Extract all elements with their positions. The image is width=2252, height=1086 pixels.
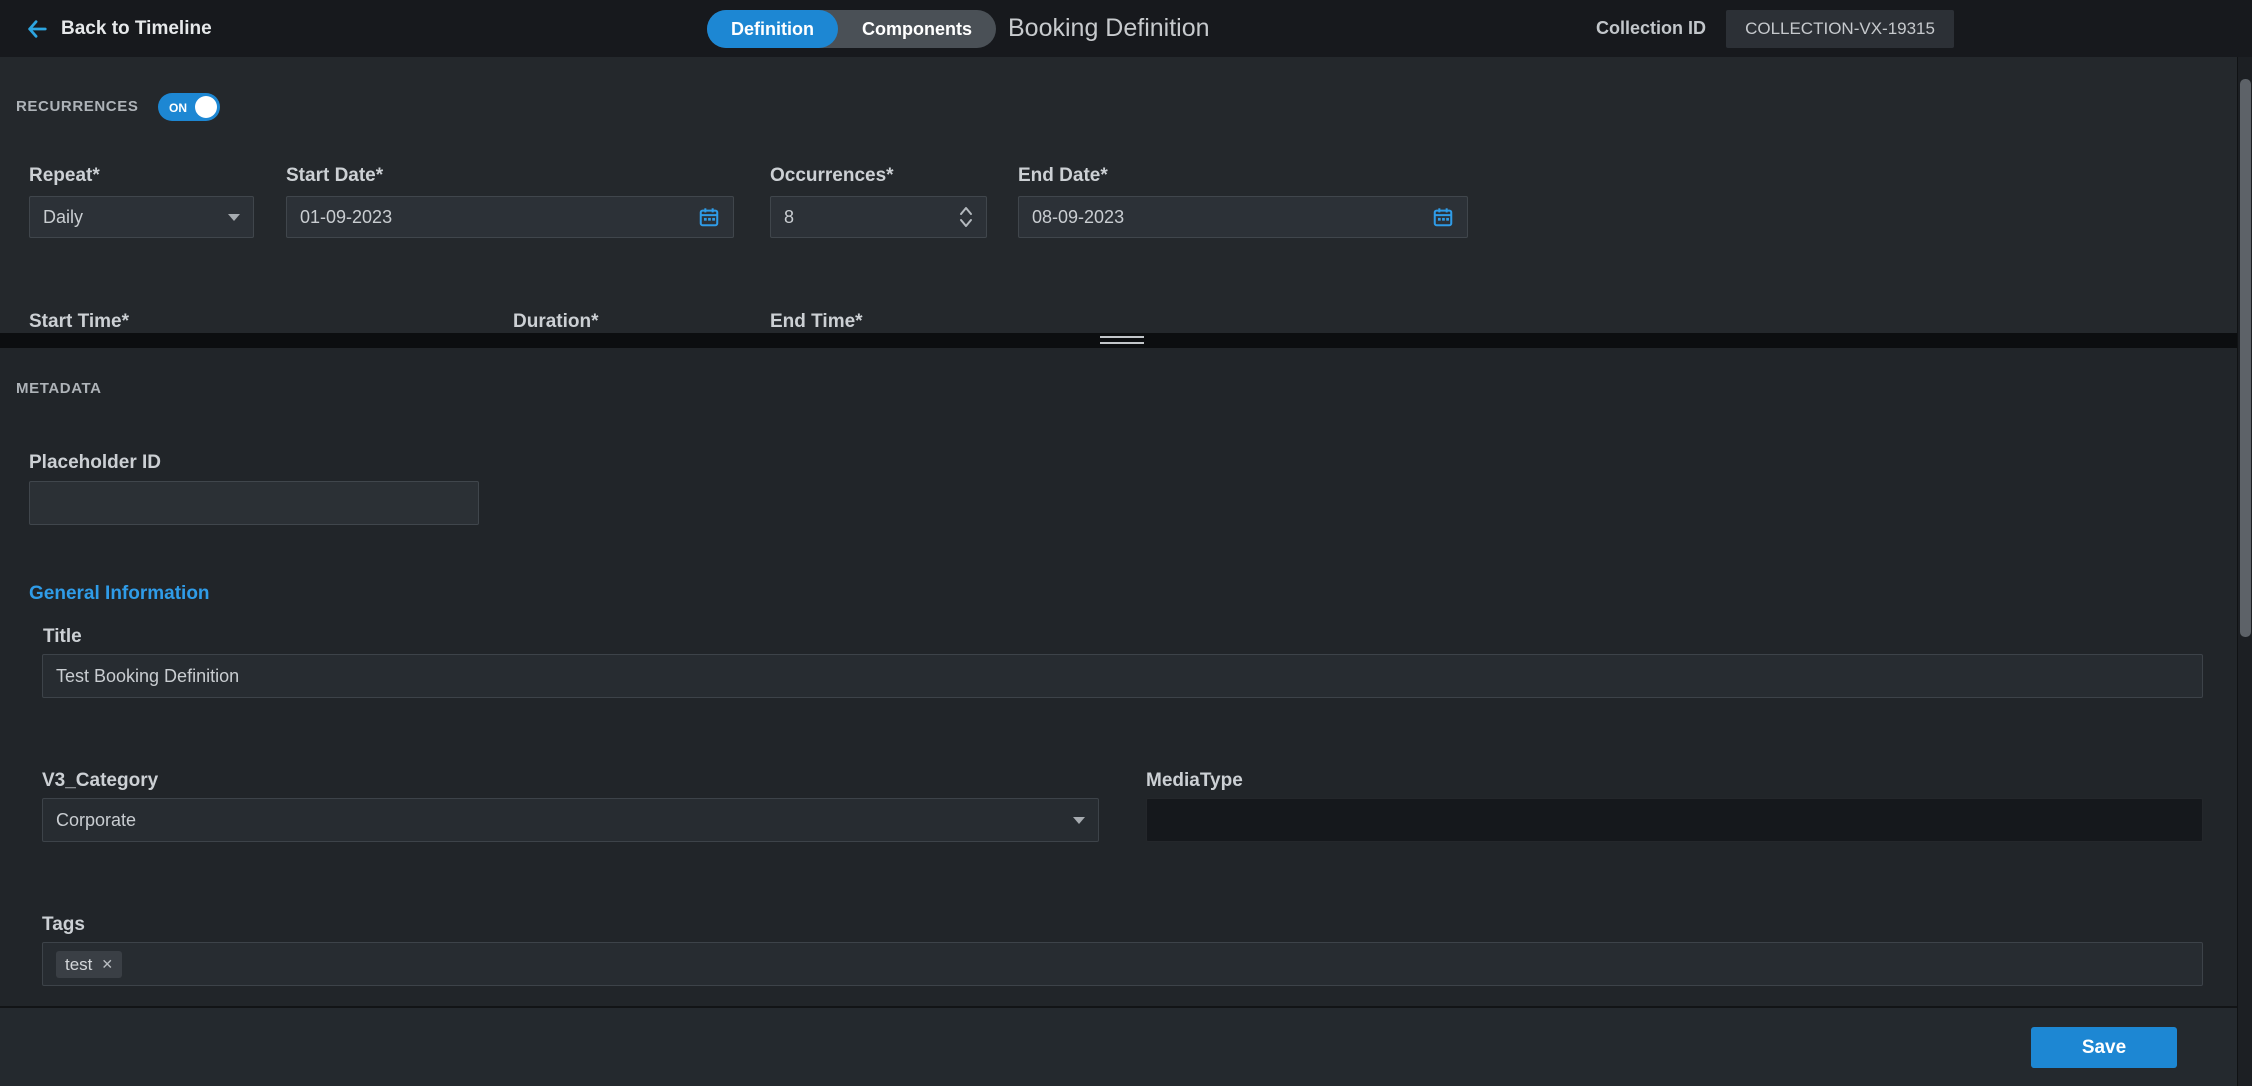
collection-id-value: COLLECTION-VX-19315: [1726, 10, 1954, 48]
title-input[interactable]: [42, 654, 2203, 698]
recurrences-section-label: RECURRENCES: [16, 98, 138, 115]
chevron-down-icon: [228, 214, 240, 221]
end-time-label: End Time*: [770, 311, 863, 333]
calendar-icon[interactable]: [1432, 206, 1454, 228]
start-date-field[interactable]: [300, 207, 698, 228]
placeholder-id-field[interactable]: [43, 493, 465, 514]
save-button[interactable]: Save: [2031, 1027, 2177, 1068]
page-title: Booking Definition: [1008, 0, 1210, 57]
metadata-panel: METADATA Placeholder ID General Informat…: [0, 348, 2252, 1006]
end-date-input[interactable]: [1018, 196, 1468, 238]
back-to-timeline-label: Back to Timeline: [61, 18, 212, 40]
tags-input[interactable]: test ✕: [42, 942, 2203, 986]
metadata-section-label: METADATA: [16, 380, 102, 397]
splitter-grip-icon[interactable]: [1100, 336, 1144, 344]
scrollbar-thumb[interactable]: [2240, 79, 2251, 637]
back-arrow-icon: [26, 18, 48, 40]
end-date-label: End Date*: [1018, 165, 1108, 187]
start-date-label: Start Date*: [286, 165, 383, 187]
media-type-input[interactable]: [1146, 798, 2203, 842]
tab-definition[interactable]: Definition: [707, 10, 838, 48]
recurrences-panel: RECURRENCES ON Repeat* Start Date* Occur…: [0, 57, 2252, 333]
end-date-field[interactable]: [1032, 207, 1432, 228]
placeholder-id-label: Placeholder ID: [29, 452, 161, 474]
occurrences-field[interactable]: [784, 207, 959, 228]
view-toggle: Definition Components: [707, 10, 996, 48]
duration-label: Duration*: [513, 311, 599, 333]
occurrences-input[interactable]: [770, 196, 987, 238]
tag-chip-label: test: [65, 956, 92, 973]
footer-bar: Save: [0, 1006, 2252, 1086]
tab-components[interactable]: Components: [838, 10, 996, 48]
toggle-knob: [195, 96, 217, 118]
media-type-label: MediaType: [1146, 770, 1243, 792]
general-information-heading[interactable]: General Information: [29, 583, 210, 605]
collection-id-label: Collection ID: [1596, 18, 1706, 39]
repeat-select[interactable]: Daily: [29, 196, 254, 238]
recurrences-toggle[interactable]: ON: [158, 93, 220, 121]
number-stepper-icon[interactable]: [959, 204, 973, 230]
placeholder-id-input[interactable]: [29, 481, 479, 525]
collection-id-group: Collection ID COLLECTION-VX-19315: [1596, 0, 1954, 57]
vertical-scrollbar[interactable]: [2237, 57, 2252, 1086]
v3-category-select[interactable]: Corporate: [42, 798, 1099, 842]
chevron-down-icon: [1073, 817, 1085, 824]
title-label: Title: [43, 626, 82, 648]
tag-remove-icon[interactable]: ✕: [101, 957, 113, 971]
media-type-field[interactable]: [1160, 810, 2189, 831]
panel-splitter[interactable]: [0, 333, 2252, 348]
title-field[interactable]: [56, 666, 2189, 687]
repeat-label: Repeat*: [29, 165, 100, 187]
top-bar: Back to Timeline Definition Components B…: [0, 0, 2252, 57]
v3-category-label: V3_Category: [42, 770, 158, 792]
calendar-icon[interactable]: [698, 206, 720, 228]
tags-label: Tags: [42, 914, 85, 936]
repeat-value: Daily: [43, 207, 228, 228]
tag-chip: test ✕: [56, 951, 122, 978]
back-to-timeline-button[interactable]: Back to Timeline: [26, 0, 212, 57]
start-date-input[interactable]: [286, 196, 734, 238]
v3-category-value: Corporate: [56, 810, 1073, 831]
occurrences-label: Occurrences*: [770, 165, 894, 187]
booking-definition-screen: Back to Timeline Definition Components B…: [0, 0, 2252, 1086]
recurrences-toggle-state: ON: [169, 101, 187, 115]
start-time-label: Start Time*: [29, 311, 129, 333]
